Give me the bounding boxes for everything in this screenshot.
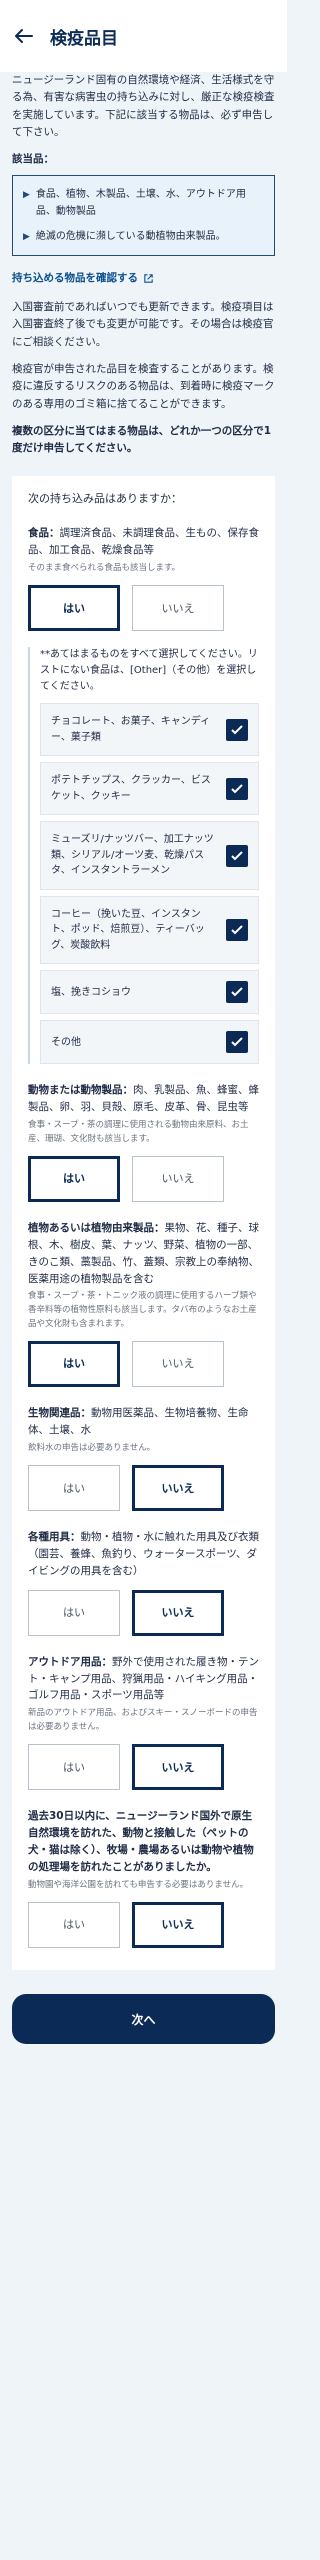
plant-no-button[interactable]: いいえ <box>132 1341 224 1388</box>
declaration-form: 次の持ち込み品はありますか： 食品：調理済食品、未調理食品、生もの、保存食品、加… <box>12 475 275 1971</box>
animal-yes-button[interactable]: はい <box>28 1156 120 1203</box>
equipment-no-button[interactable]: いいえ <box>132 1589 224 1636</box>
allowed-items-link[interactable]: 持ち込める物品を確認する <box>12 270 275 287</box>
checkbox-checked-icon[interactable] <box>226 844 248 867</box>
checkbox-checked-icon[interactable] <box>226 1031 248 1054</box>
checkbox-checked-icon[interactable] <box>226 718 248 741</box>
header: 検疫品目 <box>0 0 287 72</box>
food-check-other[interactable]: その他 <box>40 1020 259 1065</box>
food-check-salt[interactable]: 塩、挽きコショウ <box>40 970 259 1015</box>
equipment-section: 各種用具：動物・植物・水に触れた用具及び衣類（園芸、養蜂、魚釣り、ウォータースポ… <box>28 1529 259 1636</box>
food-detail: **あてはまるものをすべて選択してください。リストにない食品は、[Other]（… <box>28 647 259 1065</box>
applicable-label: 該当品： <box>12 153 54 166</box>
triangle-bullet-icon: ▶ <box>23 189 30 200</box>
farm-visit-section: 過去30日以内に、ニュージーランド国外で原生自然環境を訪れた、動物と接触した（ペ… <box>28 1808 259 1949</box>
intro-paragraph-4: 複数の区分に当てはまる物品は、どれか一つの区分で1度だけ申告してください。 <box>12 425 272 455</box>
outdoor-no-button[interactable]: いいえ <box>132 1744 224 1791</box>
triangle-bullet-icon: ▶ <box>23 231 30 242</box>
plant-yes-button[interactable]: はい <box>28 1341 120 1388</box>
back-arrow-icon[interactable] <box>12 24 36 48</box>
equipment-yes-button[interactable]: はい <box>28 1589 120 1636</box>
applicable-item: ▶ 食品、植物、木製品、土壌、水、アウトドア用品、動物製品 <box>23 186 264 220</box>
checkbox-checked-icon[interactable] <box>226 981 248 1004</box>
bio-no-button[interactable]: いいえ <box>132 1465 224 1512</box>
bio-yes-button[interactable]: はい <box>28 1465 120 1512</box>
food-check-coffee[interactable]: コーヒー（挽いた豆、インスタント、ポッド、焙煎豆）、ティーバッグ、炭酸飲料 <box>40 895 259 965</box>
applicable-items-box: ▶ 食品、植物、木製品、土壌、水、アウトドア用品、動物製品 ▶ 絶滅の危機に瀕し… <box>12 174 275 256</box>
checkbox-checked-icon[interactable] <box>226 919 248 942</box>
farm-yes-button[interactable]: はい <box>28 1902 120 1949</box>
food-section: 食品：調理済食品、未調理食品、生もの、保存食品、加工食品、乾燥食品等 そのまま食… <box>28 525 259 1065</box>
bio-section: 生物関連品：動物用医薬品、生物培養物、生命体、土壌、水 飲料水の申告は必要ありま… <box>28 1405 259 1512</box>
plant-section: 植物あるいは植物由来製品：果物、花、種子、球根、木、樹皮、葉、ナッツ、野菜、植物… <box>28 1220 259 1388</box>
page-title: 検疫品目 <box>50 28 118 49</box>
food-no-button[interactable]: いいえ <box>132 585 224 632</box>
applicable-item: ▶ 絶滅の危機に瀕している動植物由来製品。 <box>23 228 264 245</box>
animal-no-button[interactable]: いいえ <box>132 1156 224 1203</box>
external-link-icon <box>144 274 153 283</box>
question-heading: 次の持ち込み品はありますか： <box>28 491 182 505</box>
food-check-chips[interactable]: ポテトチップス、クラッカー、ビスケット、クッキー <box>40 762 259 816</box>
outdoor-section: アウトドア用品：野外で使用された履き物・テント・キャンプ用品、狩猟用品・ハイキン… <box>28 1654 259 1791</box>
food-yes-no: はい いいえ <box>28 585 259 632</box>
outdoor-yes-button[interactable]: はい <box>28 1744 120 1791</box>
farm-no-button[interactable]: いいえ <box>132 1902 224 1949</box>
food-detail-intro: **あてはまるものをすべて選択してください。リストにない食品は、[Other]（… <box>40 649 258 693</box>
food-check-muesli[interactable]: ミューズリ/ナッツバー、加工ナッツ類、シリアル/オーツ麦、乾燥パスタ、インスタン… <box>40 821 259 890</box>
next-button[interactable]: 次へ <box>12 1994 275 2045</box>
food-check-chocolate[interactable]: チョコレート、お菓子、キャンディー、菓子類 <box>40 703 259 757</box>
checkbox-checked-icon[interactable] <box>226 777 248 800</box>
intro-paragraph-3: 検疫官が申告された品目を検査することがあります。検疫に違反するリスクのある物品は… <box>12 363 275 410</box>
animal-section: 動物または動物製品：肉、乳製品、魚、蜂蜜、蜂製品、卵、羽、貝殻、原毛、皮革、骨、… <box>28 1082 259 1203</box>
food-yes-button[interactable]: はい <box>28 585 120 632</box>
intro: ニュージーランド固有の自然環境や経済、生活様式を守る為、有害な病害虫の持ち込みに… <box>0 72 287 458</box>
intro-paragraph-2: 入国審査前であればいつでも更新できます。検疫項目は入国審査終了後でも変更が可能で… <box>12 301 274 348</box>
intro-paragraph-1: ニュージーランド固有の自然環境や経済、生活様式を守る為、有害な病害虫の持ち込みに… <box>12 74 275 138</box>
